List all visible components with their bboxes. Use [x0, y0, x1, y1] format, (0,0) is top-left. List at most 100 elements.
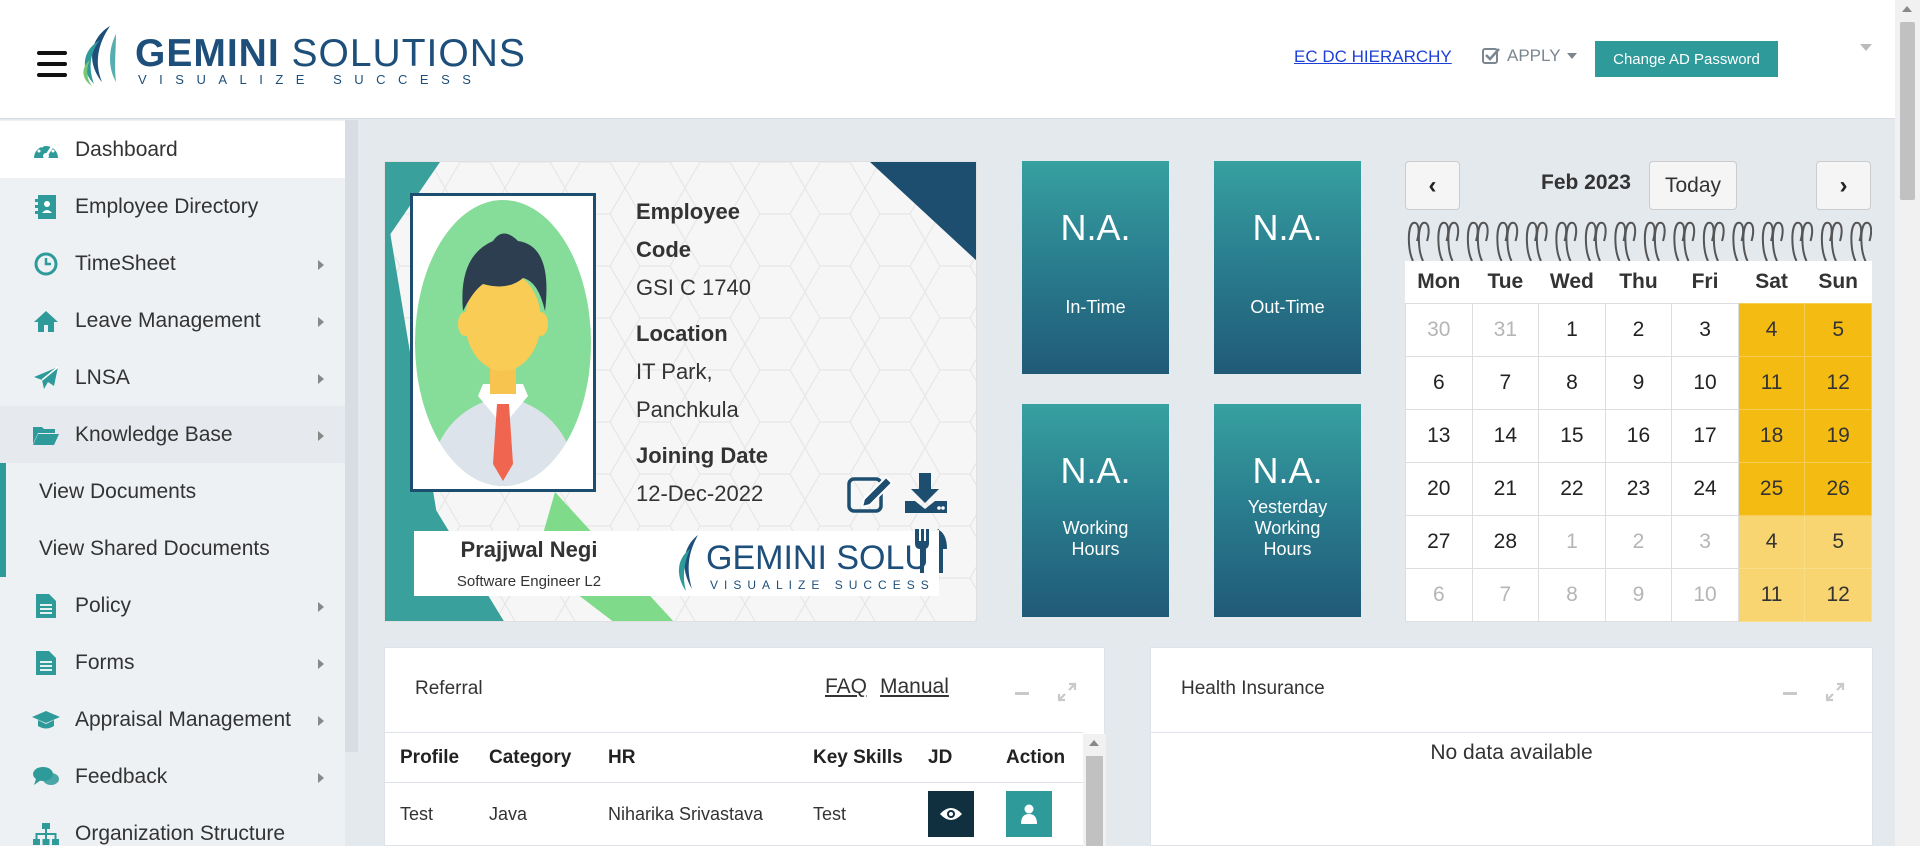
calendar-day-cell[interactable]: 24	[1671, 461, 1739, 516]
change-ad-password-button[interactable]: Change AD Password	[1595, 41, 1778, 77]
joining-date-label: Joining Date	[636, 443, 769, 468]
expand-icon[interactable]	[1825, 682, 1845, 702]
no-data-message: No data available	[1430, 741, 1593, 764]
calendar-today-button[interactable]: Today	[1649, 161, 1737, 210]
calendar-day-cell[interactable]: 7	[1471, 355, 1540, 410]
calendar-day-cell[interactable]: 6	[1405, 567, 1473, 622]
sidebar-item-dashboard[interactable]: Dashboard	[0, 121, 345, 178]
calendar-day-cell[interactable]: 2	[1604, 302, 1673, 357]
chevron-right-icon	[318, 260, 324, 270]
calendar-day-cell[interactable]: 30	[1405, 302, 1473, 357]
calendar-day-cell[interactable]: 8	[1538, 355, 1606, 410]
sidebar-item-lnsa[interactable]: LNSA	[0, 349, 345, 406]
calendar-day-cell[interactable]: 5	[1804, 302, 1872, 357]
col-key-skills: Key Skills	[798, 732, 913, 783]
calendar-day-cell[interactable]: 27	[1405, 514, 1473, 569]
sidebar-scrollbar[interactable]	[345, 120, 358, 752]
calendar-day-cell[interactable]: 5	[1804, 514, 1872, 569]
calendar-day-cell[interactable]: 25	[1737, 461, 1806, 516]
chevron-right-icon	[318, 716, 324, 726]
calendar-day-cell[interactable]: 31	[1471, 302, 1540, 357]
calendar-day-cell[interactable]: 20	[1405, 461, 1473, 516]
calendar-day-cell[interactable]: 7	[1471, 567, 1540, 622]
calendar-day-cell[interactable]: 13	[1405, 408, 1473, 463]
calendar-day-cell[interactable]: 15	[1538, 408, 1606, 463]
scroll-up-icon[interactable]	[1089, 740, 1099, 746]
scrollbar-thumb[interactable]	[1086, 756, 1103, 846]
sidebar-item-view-documents[interactable]: View Documents	[0, 463, 345, 520]
user-menu-chevron-icon[interactable]	[1860, 44, 1872, 51]
calendar-next-button[interactable]: ›	[1816, 161, 1871, 210]
sidebar-item-appraisal-management[interactable]: Appraisal Management	[0, 691, 345, 748]
download-icon[interactable]	[902, 471, 950, 517]
calendar-day-cell[interactable]: 12	[1804, 567, 1872, 622]
expand-icon[interactable]	[1057, 682, 1077, 702]
calendar-week-row: 6 7 8 9 10 11 12	[1405, 355, 1872, 410]
calendar-day-cell[interactable]: 16	[1604, 408, 1673, 463]
sidebar-item-timesheet[interactable]: TimeSheet	[0, 235, 345, 292]
sidebar-item-policy[interactable]: Policy	[0, 577, 345, 634]
calendar-day-cell[interactable]: 3	[1671, 514, 1739, 569]
calendar-week-row: 30 31 1 2 3 4 5	[1405, 302, 1872, 357]
sidebar-item-forms[interactable]: Forms	[0, 634, 345, 691]
chevron-right-icon	[318, 659, 324, 669]
spiral-ring	[1673, 221, 1686, 262]
sidebar-item-leave-management[interactable]: Leave Management	[0, 292, 345, 349]
calendar-day-cell[interactable]: 26	[1804, 461, 1872, 516]
spiral-ring	[1742, 221, 1755, 262]
calendar-day-cell[interactable]: 14	[1471, 408, 1540, 463]
calendar-day-cell[interactable]: 4	[1737, 514, 1806, 569]
calendar-day-cell[interactable]: 21	[1471, 461, 1540, 516]
table-scrollbar[interactable]	[1083, 734, 1106, 846]
employee-info: Employee Code GSI C 1740 Location IT Par…	[636, 193, 768, 513]
chevron-right-icon	[318, 602, 324, 612]
minimize-icon[interactable]	[1783, 692, 1797, 695]
sidebar-item-label: View Shared Documents	[39, 536, 270, 560]
minimize-icon[interactable]	[1015, 692, 1029, 695]
sidebar-item-knowledge-base[interactable]: Knowledge Base	[0, 406, 345, 463]
calendar-day-cell[interactable]: 8	[1538, 567, 1606, 622]
scrollbar-thumb[interactable]	[1900, 22, 1915, 200]
calendar-day-cell[interactable]: 19	[1804, 408, 1872, 463]
calendar-day-cell[interactable]: 23	[1604, 461, 1673, 516]
calendar-day-cell[interactable]: 18	[1737, 408, 1806, 463]
calendar-day-cell[interactable]: 22	[1538, 461, 1606, 516]
calendar-day-cell[interactable]: 1	[1538, 514, 1606, 569]
action-user-button[interactable]	[1006, 791, 1052, 838]
apply-dropdown[interactable]: APPLY	[1481, 46, 1577, 66]
location-label: Location	[636, 321, 728, 346]
calendar-day-cell[interactable]: 1	[1538, 302, 1606, 357]
calendar-day-cell[interactable]: 9	[1604, 355, 1673, 410]
faq-link[interactable]: FAQ	[825, 675, 867, 699]
scroll-up-icon[interactable]	[1902, 6, 1912, 12]
calendar-day-cell[interactable]: 11	[1737, 567, 1806, 622]
sidebar-item-feedback[interactable]: Feedback	[0, 748, 345, 805]
menu-toggle-icon[interactable]	[37, 51, 67, 77]
calendar-day-cell[interactable]: 9	[1604, 567, 1673, 622]
calendar-day-cell[interactable]: 10	[1671, 567, 1739, 622]
calendar-day-cell[interactable]: 2	[1604, 514, 1673, 569]
calendar-day-cell[interactable]: 4	[1737, 302, 1806, 357]
calendar-day-cell[interactable]: 28	[1471, 514, 1540, 569]
calendar-day-cell[interactable]: 6	[1405, 355, 1473, 410]
calendar-widget: ‹ Feb 2023 Today › Mon Tue Wed Thu Fri Sat Sun…	[1405, 161, 1872, 622]
sidebar-item-view-shared-documents[interactable]: View Shared Documents	[0, 520, 345, 577]
manual-link[interactable]: Manual	[880, 675, 949, 699]
view-jd-button[interactable]	[928, 791, 974, 838]
calendar-day-cell[interactable]: 11	[1737, 355, 1806, 410]
company-logo[interactable]: GEMINI SOLUTIONS VISUALIZE SUCCESS	[80, 20, 570, 90]
edit-icon[interactable]	[846, 471, 894, 517]
page-scrollbar[interactable]	[1895, 0, 1920, 846]
sidebar-item-employee-directory[interactable]: Employee Directory	[0, 178, 345, 235]
calendar-prev-button[interactable]: ‹	[1405, 161, 1460, 210]
working-hours-tile: N.A. Working Hours	[1022, 404, 1169, 617]
calendar-day-cell[interactable]: 10	[1671, 355, 1739, 410]
calendar-day-cell[interactable]: 12	[1804, 355, 1872, 410]
chevron-right-icon	[318, 374, 324, 384]
spiral-ring	[1732, 221, 1745, 262]
calendar-month-title: Feb 2023	[1541, 171, 1631, 194]
sidebar-item-organization-structure[interactable]: Organization Structure	[0, 805, 345, 846]
ec-dc-hierarchy-link[interactable]: EC DC HIERARCHY	[1294, 47, 1452, 67]
calendar-day-cell[interactable]: 3	[1671, 302, 1739, 357]
calendar-day-cell[interactable]: 17	[1671, 408, 1739, 463]
